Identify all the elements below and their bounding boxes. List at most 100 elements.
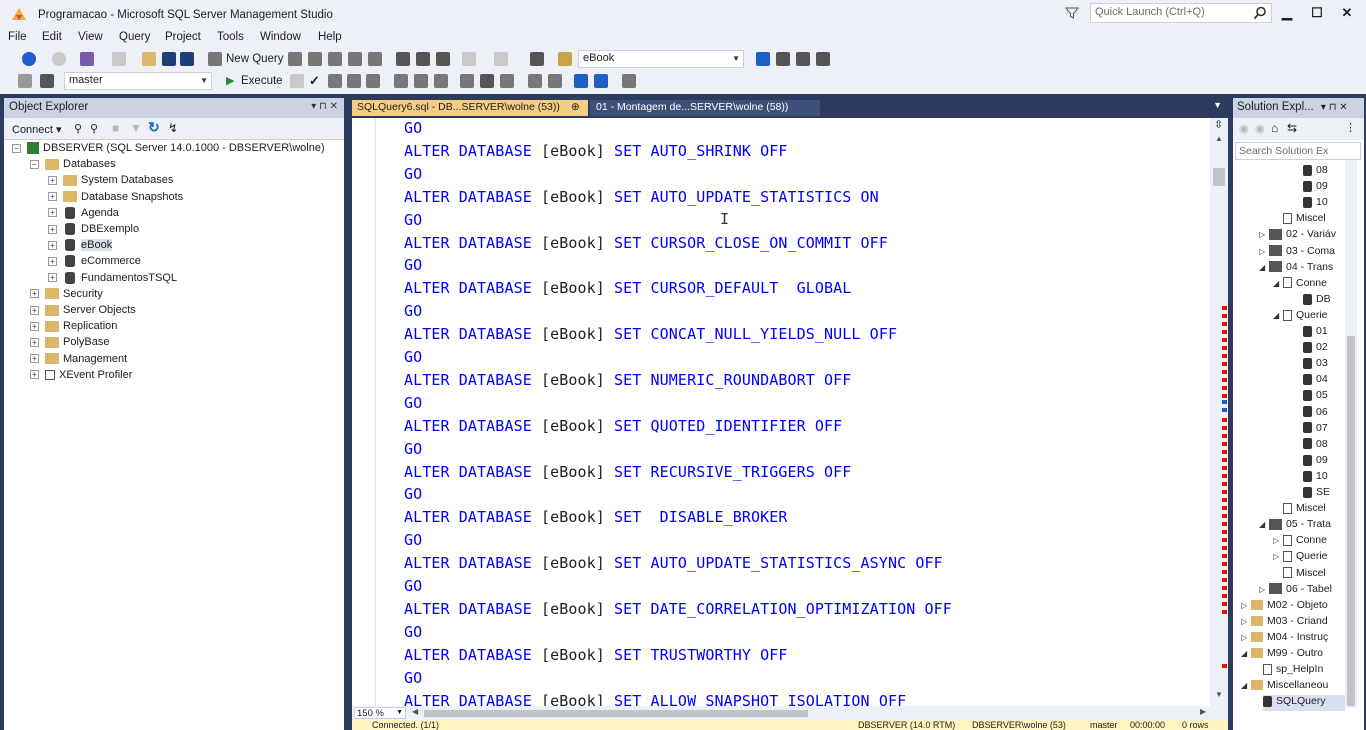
solution-tree-node[interactable]: SE [1303, 486, 1330, 502]
parse-check-icon[interactable]: ✓ [309, 73, 320, 89]
copy-icon[interactable] [416, 52, 430, 66]
query-xmla-icon[interactable] [348, 52, 362, 66]
expand-icon[interactable]: + [48, 256, 57, 266]
panel-window-buttons[interactable]: ▾ ⊓ ✕ [311, 101, 338, 112]
solution-tree-node[interactable]: ▷ 06 - Tabel [1259, 583, 1332, 599]
query-designer-icon[interactable] [347, 74, 361, 88]
solution-tree-node[interactable]: 02 [1303, 341, 1328, 357]
menu-query[interactable]: Query [119, 31, 150, 43]
collapse-icon[interactable]: − [12, 143, 21, 153]
forward-icon[interactable]: ◉ [1255, 122, 1265, 135]
stop-icon[interactable] [290, 74, 304, 88]
menu-edit[interactable]: Edit [42, 31, 62, 43]
menu-tools[interactable]: Tools [217, 31, 244, 43]
save-icon[interactable] [162, 52, 176, 66]
add-item-icon[interactable] [112, 52, 126, 66]
query-mdx-icon[interactable] [308, 52, 322, 66]
tree-node[interactable]: + System Databases [48, 174, 173, 190]
solution-tree-node[interactable]: sp_HelpIn [1263, 663, 1323, 679]
tab-list-dropdown-icon[interactable]: ▼ [1213, 100, 1222, 110]
solution-tree-node[interactable]: ▷ 02 - Variáv [1259, 228, 1336, 244]
expand-toggle-icon[interactable]: ▷ [1259, 585, 1269, 594]
include-plan-icon[interactable] [394, 74, 408, 88]
tab-sqlquery6[interactable]: SQLQuery6.sql - DB...SERVER\wolne (53)) … [352, 100, 597, 116]
expand-toggle-icon[interactable]: ▷ [1259, 247, 1269, 256]
scroll-left-icon[interactable]: ◀ [412, 707, 418, 716]
expand-toggle-icon[interactable]: ▷ [1241, 601, 1251, 610]
solution-tree-node[interactable]: 07 [1303, 422, 1328, 438]
solution-tree-node[interactable]: 08 [1303, 438, 1328, 454]
new-project-icon[interactable] [80, 52, 94, 66]
available-databases-combo[interactable]: master ▼ [64, 72, 212, 90]
execute-icon[interactable]: ▶ [226, 74, 234, 87]
solution-tree-node[interactable]: 09 [1303, 180, 1328, 196]
menu-project[interactable]: Project [165, 31, 201, 43]
expand-toggle-icon[interactable]: ◢ [1273, 279, 1283, 288]
menu-view[interactable]: View [78, 31, 103, 43]
activity-monitor-icon[interactable]: ↯ [168, 121, 178, 135]
tree-node[interactable]: + XEvent Profiler [30, 369, 132, 385]
tree-node[interactable]: − DBSERVER (SQL Server 14.0.1000 - DBSERV… [12, 142, 325, 158]
expand-icon[interactable]: + [30, 337, 39, 347]
minimize-button[interactable]: ▁ [1274, 4, 1300, 22]
solution-tree-node[interactable]: ◢ 04 - Trans [1259, 261, 1333, 277]
solution-tree-node[interactable]: 10 [1303, 470, 1328, 486]
zoom-combo[interactable]: 150 % ▼ [354, 707, 406, 719]
solution-tree-node[interactable]: DB [1303, 293, 1331, 309]
solution-tree-node[interactable]: 08 [1303, 164, 1328, 180]
tree-node[interactable]: + DBExemplo [48, 223, 139, 239]
expand-icon[interactable]: + [48, 192, 57, 202]
solution-tree-node[interactable]: 09 [1303, 454, 1328, 470]
connect-icon[interactable] [18, 74, 32, 88]
tab-montagem[interactable]: 01 - Montagem de...SERVER\wolne (58)) [590, 100, 820, 116]
scroll-down-icon[interactable]: ▼ [1215, 690, 1223, 699]
solution-tree-node[interactable]: SQLQuery [1263, 695, 1345, 712]
back-icon[interactable]: ◉ [1239, 122, 1249, 135]
expand-icon[interactable]: + [30, 289, 39, 299]
expand-toggle-icon[interactable]: ▷ [1241, 617, 1251, 626]
menu-window[interactable]: Window [260, 31, 301, 43]
uncomment-icon[interactable] [548, 74, 562, 88]
tree-node[interactable]: + Management [30, 353, 127, 369]
open-folder-icon[interactable] [142, 52, 156, 66]
new-query-icon[interactable] [208, 52, 222, 66]
scroll-up-icon[interactable]: ▲ [1215, 134, 1223, 143]
expand-icon[interactable]: + [48, 224, 57, 234]
solution-tree-node[interactable]: 04 [1303, 373, 1328, 389]
expand-icon[interactable]: + [48, 208, 57, 218]
solution-explorer-header[interactable]: Solution Expl... ▾ ⊓ ✕ [1233, 98, 1364, 118]
find-database-combo[interactable]: eBook ▼ [578, 50, 744, 68]
split-icon[interactable]: ⇳ [1214, 118, 1223, 131]
solution-tree-node[interactable]: ◢ M99 - Outro [1241, 647, 1323, 663]
save-all-icon[interactable] [180, 52, 194, 66]
expand-toggle-icon[interactable]: ▷ [1273, 552, 1283, 561]
object-explorer-header[interactable]: Object Explorer ▾ ⊓ ✕ [4, 98, 344, 118]
forward-icon[interactable] [52, 52, 66, 66]
pin-icon[interactable]: ⊕ [571, 101, 580, 113]
horizontal-scroll-thumb[interactable] [424, 710, 808, 717]
decrease-indent-icon[interactable] [574, 74, 588, 88]
tree-node[interactable]: + eBook [48, 239, 113, 255]
client-stats-icon[interactable] [434, 74, 448, 88]
tree-node[interactable]: + eCommerce [48, 255, 141, 271]
sync-icon[interactable]: ⇆ [1287, 121, 1297, 135]
find-icon[interactable] [558, 52, 572, 66]
results-text-icon[interactable] [460, 74, 474, 88]
tree-node[interactable]: + FundamentosTSQL [48, 272, 177, 288]
solution-tree-node[interactable]: Miscel [1283, 502, 1326, 518]
cut-icon[interactable] [396, 52, 410, 66]
panel-window-buttons[interactable]: ▾ ⊓ ✕ [1321, 102, 1348, 113]
disconnect-icon[interactable]: ⚲ [90, 122, 98, 135]
solution-tree-node[interactable]: ▷ 03 - Coma [1259, 245, 1335, 261]
live-stats-icon[interactable] [414, 74, 428, 88]
tree-node[interactable]: − Databases [30, 158, 116, 174]
query-db-icon[interactable] [288, 52, 302, 66]
toolbox-icon[interactable] [796, 52, 810, 66]
solution-tree-node[interactable]: 10 [1303, 196, 1328, 212]
increase-indent-icon[interactable] [594, 74, 608, 88]
expand-icon[interactable]: + [48, 273, 57, 283]
solution-tree-node[interactable]: ◢ Miscellaneou [1241, 679, 1328, 695]
expand-toggle-icon[interactable]: ◢ [1241, 649, 1251, 658]
solution-tree-node[interactable]: 03 [1303, 357, 1328, 373]
expand-toggle-icon[interactable]: ◢ [1273, 311, 1283, 320]
